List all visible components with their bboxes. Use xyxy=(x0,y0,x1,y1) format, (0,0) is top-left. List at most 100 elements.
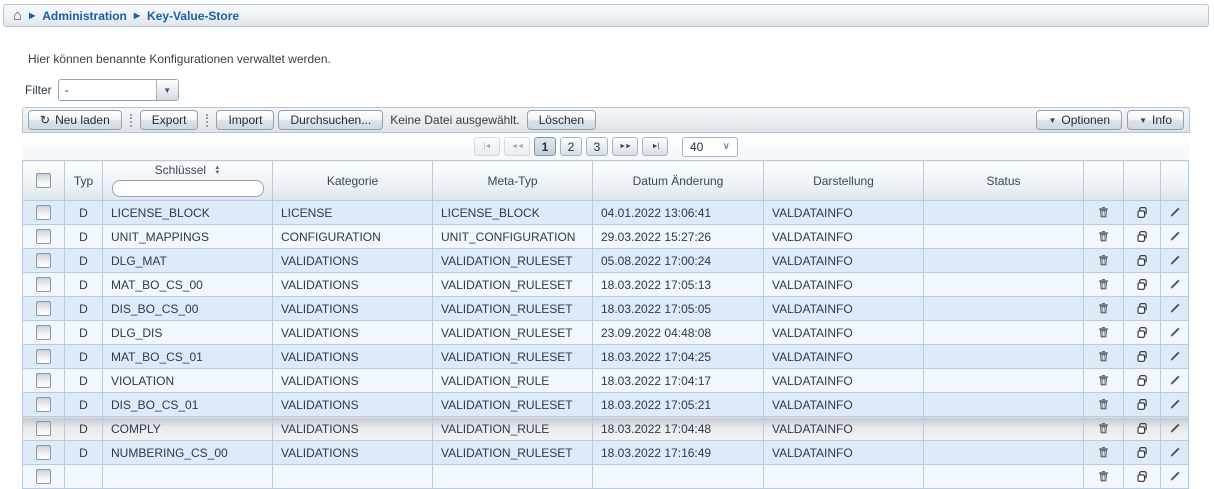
home-icon[interactable]: ⌂ xyxy=(13,8,22,23)
pencil-icon[interactable] xyxy=(1161,321,1188,344)
table-row[interactable]: D DLG_MAT VALIDATIONS VALIDATION_RULESET… xyxy=(23,249,1189,273)
browse-file-button[interactable]: Durchsuchen... xyxy=(278,110,383,130)
pencil-icon[interactable] xyxy=(1161,225,1188,248)
next-page-button[interactable]: ►► xyxy=(612,137,638,156)
page-size-select[interactable]: 40 ∨ xyxy=(682,137,738,157)
copy-icon[interactable] xyxy=(1124,273,1160,296)
copy-icon[interactable] xyxy=(1124,465,1160,488)
trash-icon[interactable] xyxy=(1084,369,1123,392)
trash-icon[interactable] xyxy=(1084,345,1123,368)
row-checkbox[interactable] xyxy=(36,373,51,388)
table-row[interactable] xyxy=(23,465,1189,489)
schluessel-filter-input[interactable] xyxy=(112,180,264,197)
table-row[interactable]: D DIS_BO_CS_01 VALIDATIONS VALIDATION_RU… xyxy=(23,393,1189,417)
copy-icon[interactable] xyxy=(1124,201,1160,224)
filter-dropdown[interactable]: - ▼ xyxy=(58,79,179,101)
pencil-icon[interactable] xyxy=(1161,441,1188,464)
row-checkbox[interactable] xyxy=(36,325,51,340)
previous-page-button[interactable]: ◄◄ xyxy=(504,137,530,156)
trash-icon[interactable] xyxy=(1084,225,1123,248)
refresh-icon: ↻ xyxy=(40,114,50,126)
breadcrumb-item-key-value-store[interactable]: Key-Value-Store xyxy=(147,9,239,23)
pencil-icon[interactable] xyxy=(1161,297,1188,320)
options-menu-button[interactable]: ▼ Optionen xyxy=(1036,110,1122,130)
trash-icon[interactable] xyxy=(1084,465,1123,488)
trash-icon[interactable] xyxy=(1084,297,1123,320)
pencil-icon[interactable] xyxy=(1161,417,1188,440)
sort-icon[interactable]: ▲ ▼ xyxy=(214,166,220,176)
row-checkbox[interactable] xyxy=(36,445,51,460)
trash-icon[interactable] xyxy=(1084,441,1123,464)
copy-icon[interactable] xyxy=(1124,321,1160,344)
pencil-icon[interactable] xyxy=(1161,465,1188,488)
trash-icon[interactable] xyxy=(1084,393,1123,416)
trash-icon[interactable] xyxy=(1084,201,1123,224)
header-darstellung[interactable]: Darstellung xyxy=(764,161,924,201)
row-checkbox[interactable] xyxy=(36,421,51,436)
pencil-icon[interactable] xyxy=(1161,201,1188,224)
copy-icon[interactable] xyxy=(1124,369,1160,392)
trash-icon[interactable] xyxy=(1084,249,1123,272)
pencil-icon[interactable] xyxy=(1161,369,1188,392)
pencil-icon[interactable] xyxy=(1161,345,1188,368)
reload-button[interactable]: ↻ Neu laden xyxy=(28,110,122,130)
header-meta-typ[interactable]: Meta-Typ xyxy=(433,161,593,201)
row-checkbox[interactable] xyxy=(36,253,51,268)
table-row[interactable]: D MAT_BO_CS_00 VALIDATIONS VALIDATION_RU… xyxy=(23,273,1189,297)
row-checkbox[interactable] xyxy=(36,277,51,292)
breadcrumb: ⌂ ▶ Administration ▶ Key-Value-Store xyxy=(3,4,1209,27)
table-row[interactable]: D VIOLATION VALIDATIONS VALIDATION_RULE … xyxy=(23,369,1189,393)
export-button[interactable]: Export xyxy=(140,110,199,130)
table-row[interactable]: D NUMBERING_CS_00 VALIDATIONS VALIDATION… xyxy=(23,441,1189,465)
trash-icon[interactable] xyxy=(1084,417,1123,440)
header-schluessel[interactable]: Schlüssel ▲ ▼ xyxy=(103,161,273,201)
trash-icon[interactable] xyxy=(1084,273,1123,296)
table-row[interactable]: D LICENSE_BLOCK LICENSE LICENSE_BLOCK 04… xyxy=(23,201,1189,225)
page-button-1[interactable]: 1 xyxy=(534,137,556,156)
pencil-icon[interactable] xyxy=(1161,249,1188,272)
table-row[interactable]: D COMPLY VALIDATIONS VALIDATION_RULE 18.… xyxy=(23,417,1189,441)
copy-icon[interactable] xyxy=(1124,249,1160,272)
pencil-icon[interactable] xyxy=(1161,393,1188,416)
copy-icon[interactable] xyxy=(1124,345,1160,368)
first-page-button[interactable]: |◄ xyxy=(474,137,500,156)
table-row[interactable]: D DLG_DIS VALIDATIONS VALIDATION_RULESET… xyxy=(23,321,1189,345)
copy-icon[interactable] xyxy=(1124,393,1160,416)
cell-darstellung: VALDATAINFO xyxy=(764,273,924,297)
header-datum-aenderung[interactable]: Datum Änderung xyxy=(593,161,764,201)
row-checkbox[interactable] xyxy=(36,205,51,220)
header-kategorie[interactable]: Kategorie xyxy=(273,161,433,201)
table-row[interactable]: D DIS_BO_CS_00 VALIDATIONS VALIDATION_RU… xyxy=(23,297,1189,321)
row-checkbox[interactable] xyxy=(36,469,51,484)
select-all-checkbox[interactable] xyxy=(36,173,51,188)
copy-icon[interactable] xyxy=(1124,225,1160,248)
delete-button[interactable]: Löschen xyxy=(527,110,596,130)
cell-typ: D xyxy=(65,249,103,273)
row-checkbox[interactable] xyxy=(36,349,51,364)
breadcrumb-item-administration[interactable]: Administration xyxy=(42,9,127,23)
header-typ[interactable]: Typ xyxy=(65,161,103,201)
chevron-down-icon[interactable]: ▼ xyxy=(156,80,178,100)
row-checkbox[interactable] xyxy=(36,397,51,412)
cell-delete xyxy=(1084,345,1124,369)
table-row[interactable]: D MAT_BO_CS_01 VALIDATIONS VALIDATION_RU… xyxy=(23,345,1189,369)
info-menu-button[interactable]: ▼ Info xyxy=(1127,110,1184,130)
row-checkbox[interactable] xyxy=(36,301,51,316)
pencil-icon[interactable] xyxy=(1161,273,1188,296)
last-page-button[interactable]: ►| xyxy=(642,137,668,156)
page-button-2[interactable]: 2 xyxy=(560,137,582,156)
copy-icon[interactable] xyxy=(1124,441,1160,464)
trash-icon[interactable] xyxy=(1084,321,1123,344)
import-button[interactable]: Import xyxy=(216,110,274,130)
cell-edit xyxy=(1161,321,1189,345)
table-row[interactable]: D UNIT_MAPPINGS CONFIGURATION UNIT_CONFI… xyxy=(23,225,1189,249)
copy-icon[interactable] xyxy=(1124,417,1160,440)
cell-datum: 18.03.2022 17:04:48 xyxy=(593,417,764,441)
export-button-label: Export xyxy=(152,113,187,127)
row-checkbox[interactable] xyxy=(36,229,51,244)
header-status[interactable]: Status xyxy=(924,161,1084,201)
header-schluessel-label: Schlüssel xyxy=(155,163,206,177)
copy-icon[interactable] xyxy=(1124,297,1160,320)
page-button-3[interactable]: 3 xyxy=(586,137,608,156)
cell-status xyxy=(924,321,1084,345)
